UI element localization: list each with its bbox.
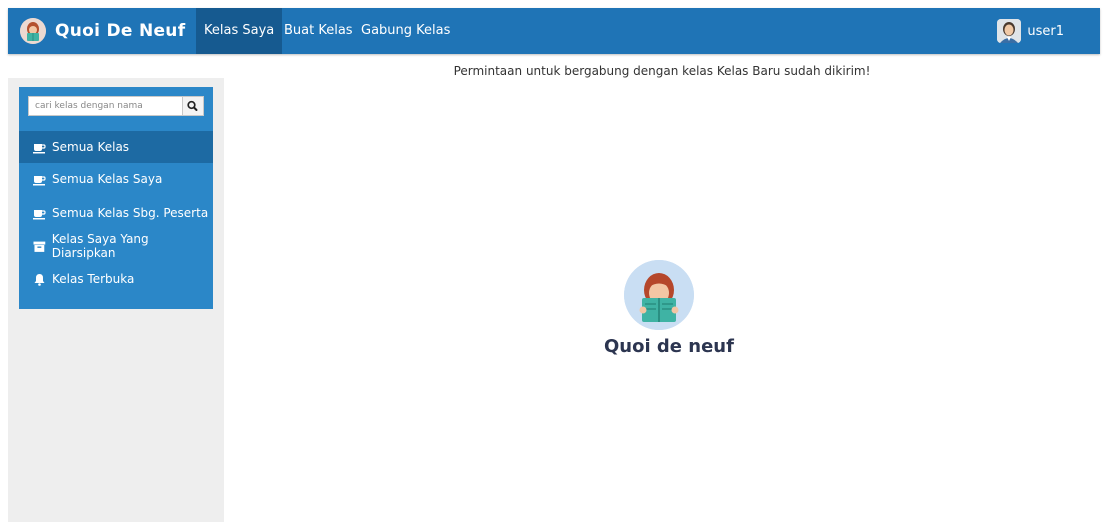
nav-buat-kelas[interactable]: Buat Kelas <box>276 8 361 54</box>
join-request-message: Permintaan untuk bergabung dengan kelas … <box>453 64 871 78</box>
coffee-cup-icon <box>33 209 46 219</box>
sidebar-item-label: Semua Kelas Saya <box>52 172 163 186</box>
sidebar-item-label: Kelas Saya Yang Diarsipkan <box>51 232 149 260</box>
nav-gabung-kelas[interactable]: Gabung Kelas <box>353 8 458 54</box>
user-avatar-icon <box>997 19 1022 43</box>
nav-kelas-saya[interactable]: Kelas Saya <box>196 8 283 54</box>
reader-avatar-icon <box>20 18 46 44</box>
brand-link[interactable]: Quoi De Neuf <box>20 16 185 46</box>
search-input[interactable] <box>28 96 183 116</box>
hero-title: Quoi de neuf <box>604 336 734 357</box>
sidebar: Semua Kelas Semua Kelas Saya Semua Kelas… <box>19 87 213 309</box>
search-form <box>28 96 204 118</box>
reader-logo-icon <box>624 260 694 330</box>
search-button[interactable] <box>183 96 204 116</box>
sidebar-item-sbg-peserta[interactable]: Semua Kelas Sbg. Peserta <box>19 197 213 229</box>
hero: Quoi de neuf <box>604 260 734 357</box>
sidebar-item-diarsipkan[interactable]: Kelas Saya Yang Diarsipkan <box>19 230 213 262</box>
bell-icon <box>34 273 45 286</box>
sidebar-item-semua-kelas-saya[interactable]: Semua Kelas Saya <box>19 163 213 195</box>
coffee-cup-icon <box>33 143 46 153</box>
archive-box-icon <box>33 241 46 252</box>
top-navbar: Quoi De Neuf Kelas Saya Buat Kelas Gabun… <box>8 8 1100 54</box>
sidebar-item-kelas-terbuka[interactable]: Kelas Terbuka <box>19 263 213 295</box>
user-name: user1 <box>1027 23 1064 39</box>
brand-name: Quoi De Neuf <box>55 21 186 41</box>
sidebar-item-label: Kelas Terbuka <box>52 272 135 286</box>
search-icon <box>187 100 198 111</box>
coffee-cup-icon <box>33 175 46 185</box>
sidebar-item-label: Semua Kelas <box>52 140 130 154</box>
sidebar-item-semua-kelas[interactable]: Semua Kelas <box>19 131 213 163</box>
left-column: Semua Kelas Semua Kelas Saya Semua Kelas… <box>8 78 224 522</box>
user-menu[interactable]: user1 <box>997 18 1064 44</box>
sidebar-item-label: Semua Kelas Sbg. Peserta <box>52 206 209 220</box>
